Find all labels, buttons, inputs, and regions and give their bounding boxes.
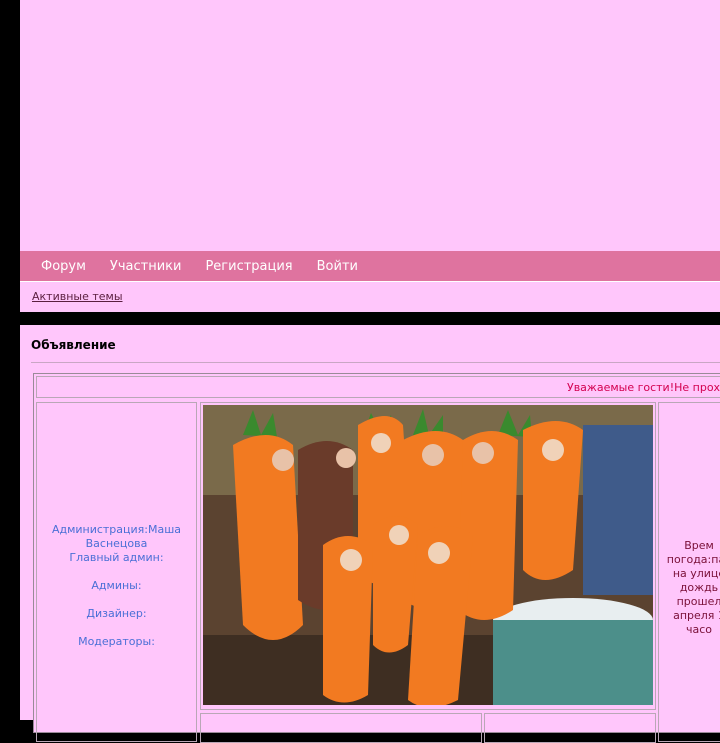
weather-line: Врем: [684, 539, 714, 552]
nav-members[interactable]: Участники: [110, 259, 182, 274]
announcement-divider: [31, 362, 720, 363]
weather-cell: Врем погода:пас на улице дождь прошел ап…: [658, 402, 720, 742]
administration-cell: Администрация:Маша Васнецова Главный адм…: [36, 402, 197, 742]
admin-line: [37, 565, 196, 579]
weather-line: погода:пас: [666, 553, 720, 566]
admin-line: [37, 621, 196, 635]
photo-cell: [200, 402, 656, 710]
nav-forum[interactable]: Форум: [41, 259, 86, 274]
admin-line: Модераторы:: [78, 635, 155, 648]
weather-line: дождь: [679, 581, 719, 594]
group-photo: [203, 405, 653, 705]
left-border: [0, 0, 20, 720]
admin-line: Васнецова: [85, 537, 148, 550]
carrot-costume-photo: [203, 405, 653, 705]
announcement-table: Уважаемые гости!Не прохо Администрация:М…: [33, 373, 720, 743]
marquee-row: Уважаемые гости!Не прохо: [36, 376, 720, 398]
bottom-cell-left: [200, 713, 482, 743]
weather-line: часо: [685, 623, 713, 636]
weather-line: апреля 1: [673, 609, 720, 622]
announcement-title: Объявление: [31, 338, 116, 352]
admin-line: Дизайнер:: [86, 607, 147, 620]
nav-register[interactable]: Регистрация: [205, 259, 292, 274]
admin-line: Главный админ:: [69, 551, 164, 564]
separator-bar: [20, 312, 720, 325]
announcement-panel: Объявление Уважаемые гости!Не прохо Адми…: [20, 325, 720, 743]
bottom-cell-right: [484, 713, 656, 743]
admin-line: [37, 593, 196, 607]
header-banner: [20, 0, 720, 251]
admin-line: Админы:: [91, 579, 142, 592]
weather-line: прошел: [676, 595, 720, 608]
marquee-text: Уважаемые гости!Не прохо: [567, 381, 720, 394]
main-navbar: Форум Участники Регистрация Войти: [20, 251, 720, 281]
weather-text: Врем погода:пас на улице дождь прошел ап…: [639, 539, 720, 637]
active-topics-link[interactable]: Активные темы: [32, 290, 123, 303]
administration-text: Администрация:Маша Васнецова Главный адм…: [37, 523, 196, 649]
forum-header-panel: Форум Участники Регистрация Войти Активн…: [20, 0, 720, 312]
sub-navbar: Активные темы: [20, 281, 720, 312]
admin-line: Администрация:Маша: [51, 523, 182, 536]
nav-login[interactable]: Войти: [317, 259, 358, 274]
weather-line: на улице: [672, 567, 720, 580]
